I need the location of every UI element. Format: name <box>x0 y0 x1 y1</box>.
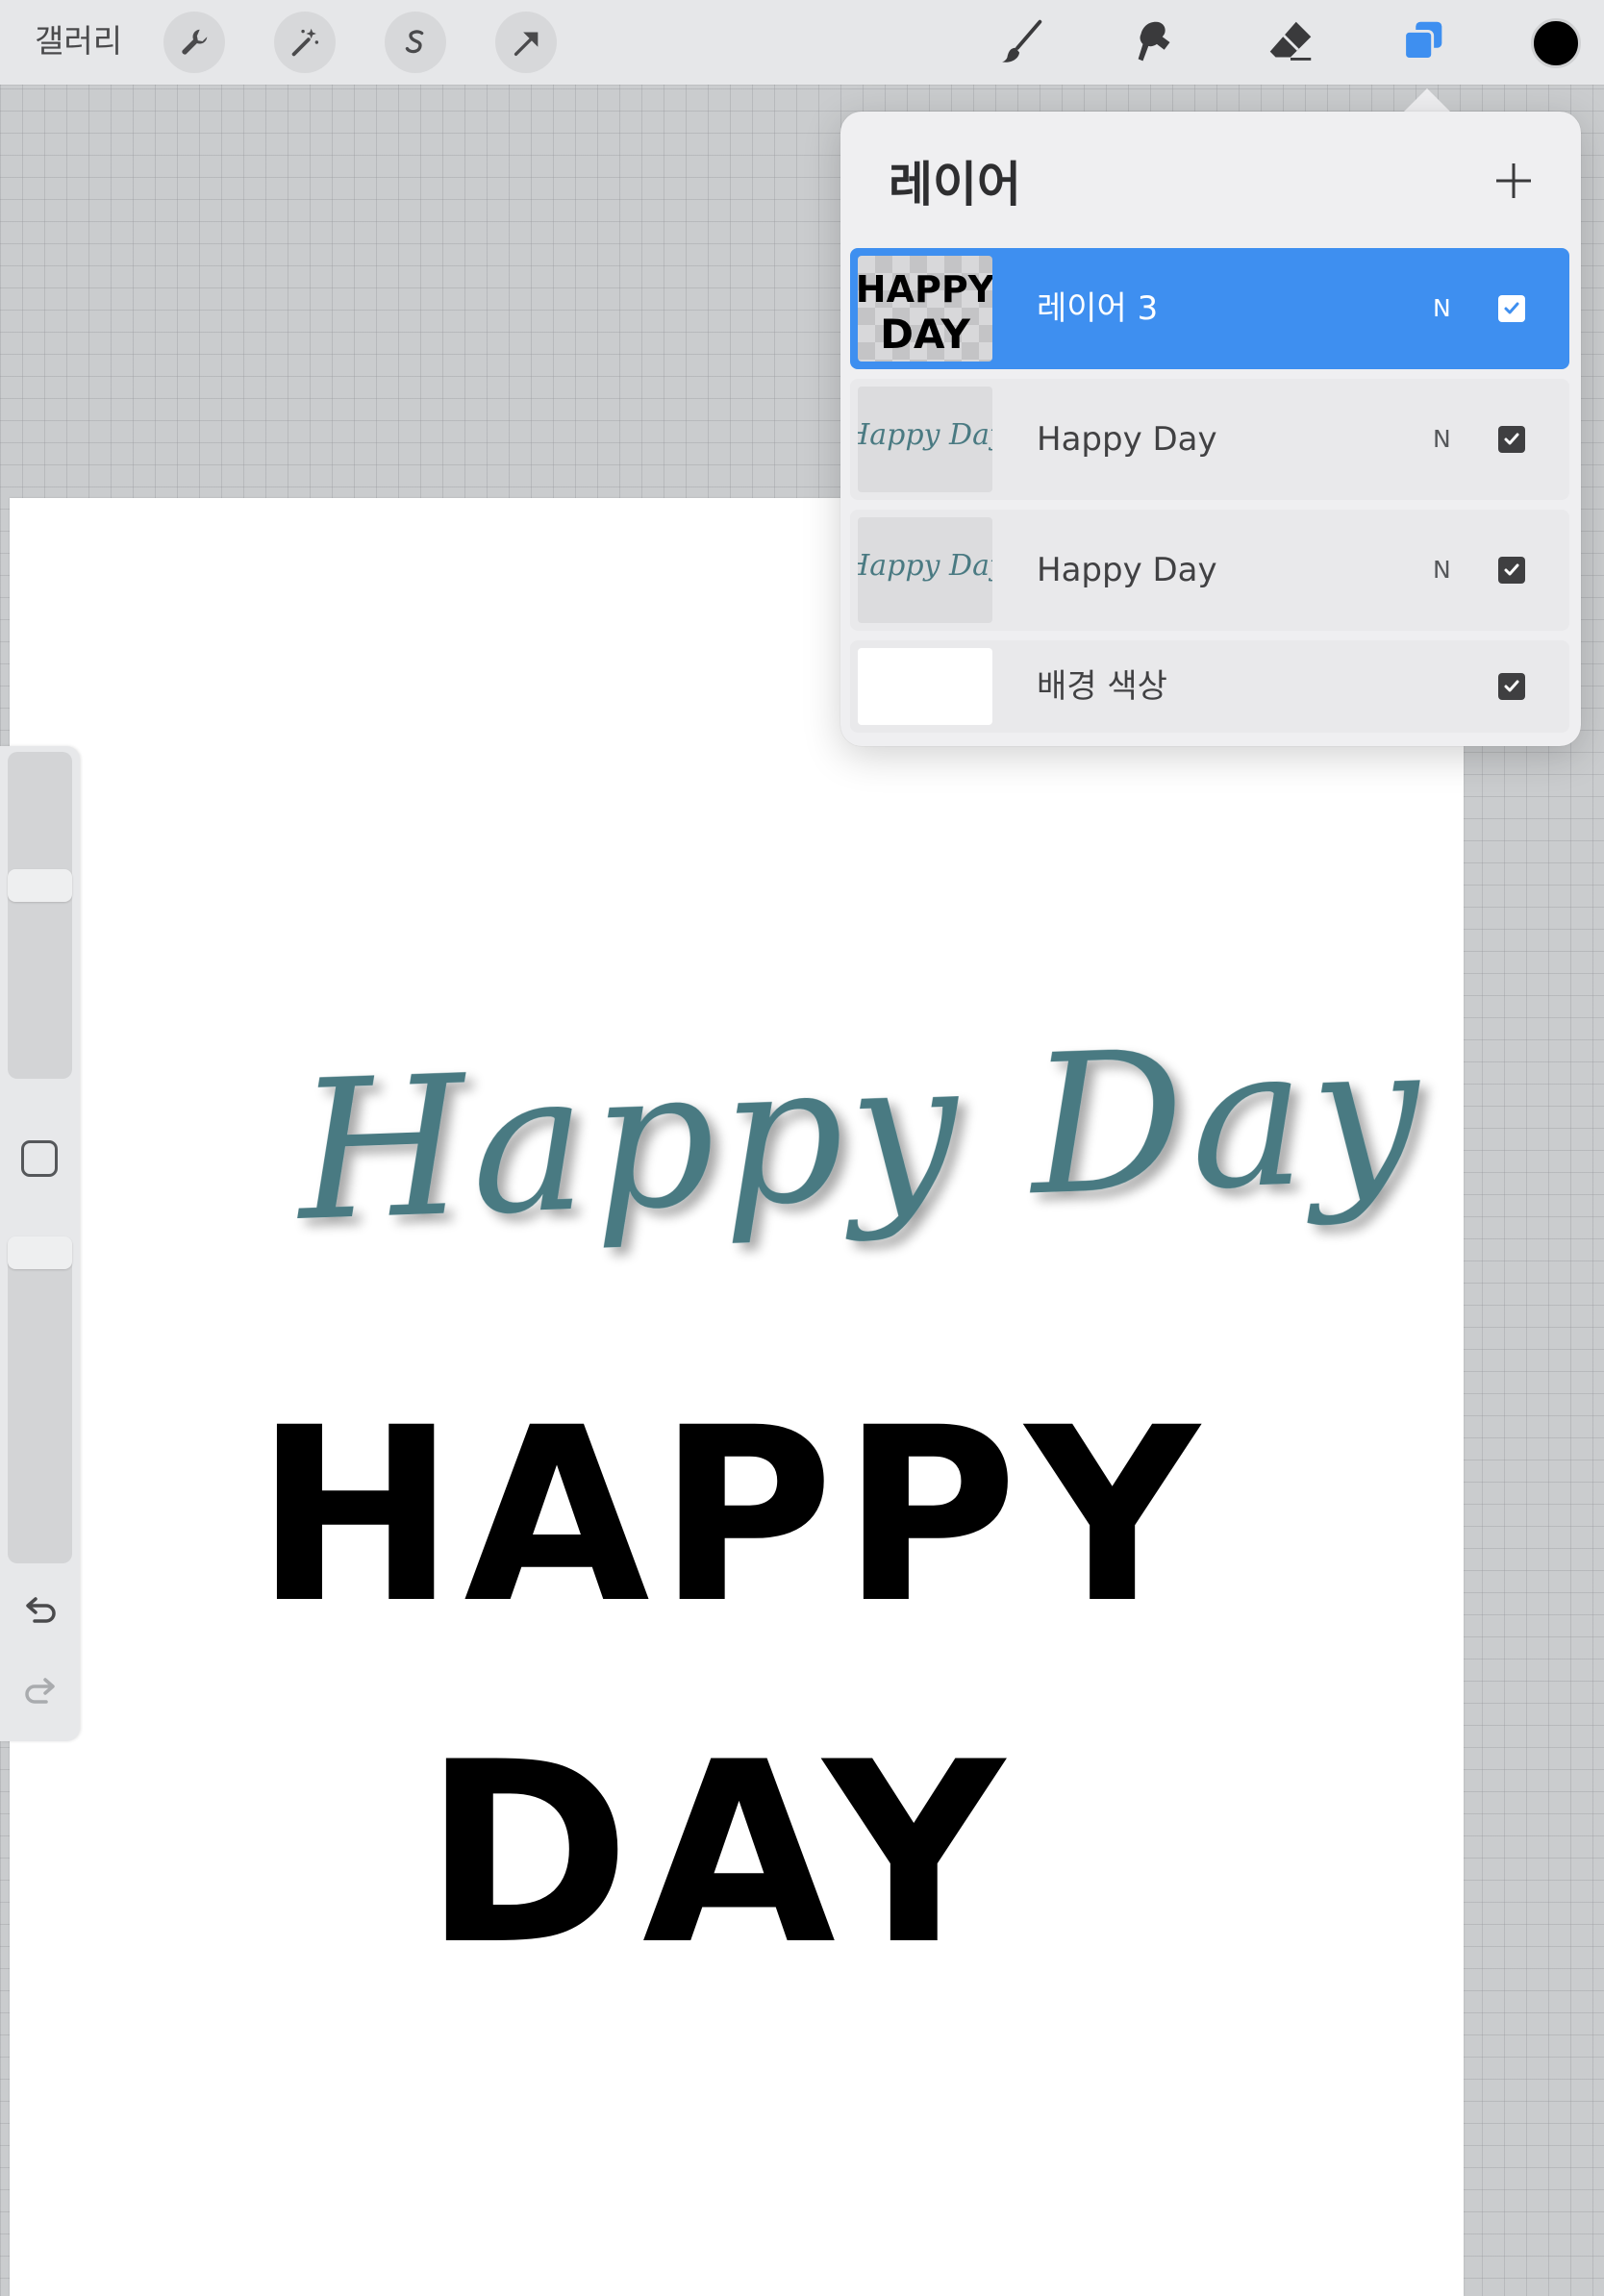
gallery-button[interactable]: 갤러리 <box>35 17 122 65</box>
layer-thumbnail: Happy Day <box>858 517 992 623</box>
brush-button[interactable] <box>990 13 1052 71</box>
selection-button[interactable] <box>385 12 446 73</box>
brush-size-slider[interactable] <box>8 752 72 1079</box>
opacity-slider[interactable] <box>8 1236 72 1563</box>
smudge-icon <box>1138 21 1170 62</box>
top-toolbar: 갤러리 <box>0 0 1604 85</box>
checkmark-icon <box>1504 680 1519 692</box>
layer-thumbnail-art: Happy Day <box>858 418 992 452</box>
layer-row-background-color[interactable]: 배경 색상 <box>850 640 1569 733</box>
layer-thumbnail-art: Happy Day <box>858 549 992 583</box>
magic-wand-icon <box>291 28 319 57</box>
blend-mode-button[interactable]: N <box>1433 510 1451 631</box>
wrench-icon <box>182 29 208 55</box>
selection-s-icon <box>405 30 424 54</box>
layers-panel: 레이어 HAPPY DAY 레이어 3 N Happy Day Happ <box>840 112 1581 746</box>
layer-row-happy-day[interactable]: Happy Day Happy Day N <box>850 379 1569 500</box>
layer-name: 레이어 3 <box>1037 289 1159 328</box>
transform-button[interactable] <box>495 12 557 73</box>
redo-icon <box>25 1678 55 1704</box>
visibility-checkbox[interactable] <box>1498 426 1525 453</box>
checkmark-icon <box>1504 302 1519 314</box>
visibility-checkbox[interactable] <box>1498 557 1525 584</box>
plus-icon <box>1496 163 1531 198</box>
layer-row-layer-3[interactable]: HAPPY DAY 레이어 3 N <box>850 248 1569 369</box>
redo-button[interactable] <box>19 1671 62 1713</box>
undo-button[interactable] <box>19 1590 62 1633</box>
script-happy-day-text: Happy Day <box>290 1001 1429 1264</box>
layers-icon <box>1403 21 1442 61</box>
thumb-script-text: Happy Day <box>858 549 992 583</box>
left-sidebar <box>0 746 80 1741</box>
blend-mode-button[interactable]: N <box>1433 248 1451 369</box>
brush-icon <box>1001 19 1042 62</box>
eraser-icon <box>1269 21 1312 61</box>
drawing-canvas[interactable]: Happy Day HAPPY DAY <box>10 498 1464 2296</box>
layers-panel-title: 레이어 <box>889 157 1021 212</box>
checkmark-icon <box>1504 433 1519 445</box>
actions-button[interactable] <box>163 12 225 73</box>
visibility-checkbox[interactable] <box>1498 673 1525 700</box>
layer-row-happy-day[interactable]: Happy Day Happy Day N <box>850 510 1569 631</box>
block-happy-text: HAPPY <box>255 1376 1207 1656</box>
block-day-text: DAY <box>423 1710 1015 2000</box>
layer-thumbnail-art: HAPPY DAY <box>858 268 992 358</box>
layers-button[interactable] <box>1392 13 1454 71</box>
brush-size-thumb[interactable] <box>8 869 72 902</box>
layer-thumbnail: HAPPY DAY <box>858 256 992 362</box>
layer-name: 배경 색상 <box>1037 667 1167 706</box>
thumb-script-text: Happy Day <box>858 418 992 452</box>
background-color-thumbnail <box>858 648 992 725</box>
thumb-day-text: DAY <box>880 311 970 358</box>
checkmark-icon <box>1504 563 1519 576</box>
smudge-button[interactable] <box>1125 13 1187 71</box>
layer-name: Happy Day <box>1037 551 1217 589</box>
color-swatch-button[interactable] <box>1531 18 1581 68</box>
add-layer-button[interactable] <box>1485 152 1542 210</box>
artwork: Happy Day HAPPY DAY <box>255 1001 1429 2000</box>
transform-arrow-icon <box>514 32 539 57</box>
opacity-thumb[interactable] <box>8 1236 72 1269</box>
modify-square-icon[interactable] <box>21 1140 58 1177</box>
undo-icon <box>26 1597 56 1623</box>
eraser-button[interactable] <box>1260 13 1321 71</box>
adjustments-button[interactable] <box>274 12 336 73</box>
layer-name: Happy Day <box>1037 420 1217 459</box>
layer-thumbnail: Happy Day <box>858 387 992 492</box>
layers-panel-pointer <box>1402 88 1452 113</box>
thumb-happy-text: HAPPY <box>858 268 992 311</box>
blend-mode-button[interactable]: N <box>1433 379 1451 500</box>
visibility-checkbox[interactable] <box>1498 295 1525 322</box>
